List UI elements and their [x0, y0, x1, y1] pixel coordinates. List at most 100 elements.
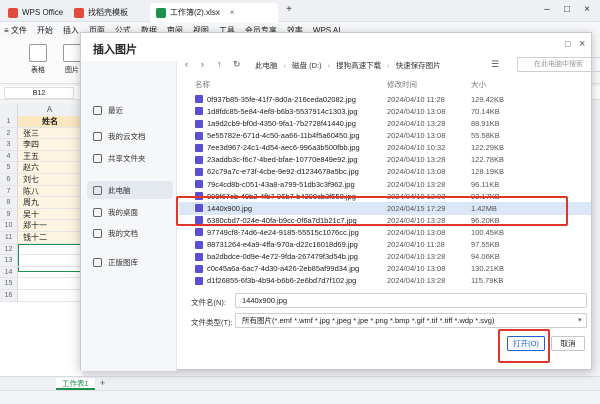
row-number[interactable]: 16 [0, 290, 18, 301]
view-mode-icon[interactable]: ☰ [491, 59, 499, 70]
column-header-a[interactable]: A [18, 104, 82, 116]
file-date: 2024/04/10 10:32 [387, 143, 446, 153]
file-row[interactable]: 1a9d2cb9-bf0d-4350-9fa1-7b2728f41440.jpg… [179, 117, 591, 130]
file-row[interactable]: d1f26855-6f3b-4b94-b6b6-2e6bd7d7f102.jpg… [179, 275, 591, 288]
breadcrumb-item[interactable]: 此电脑 [255, 60, 278, 71]
image-file-icon [195, 276, 203, 285]
sidebar-item[interactable]: 正版图库 [87, 253, 173, 271]
grid-cell[interactable]: 李四 [18, 139, 82, 150]
close-dialog-icon[interactable]: × [579, 38, 585, 50]
row-number[interactable]: 15 [0, 278, 18, 289]
file-row[interactable]: 5e55782e-671d-4c50-aa66-11b4f5a60450.jpg… [179, 129, 591, 142]
table-button[interactable]: 表格 [26, 44, 50, 75]
column-date[interactable]: 修改时间 [387, 79, 417, 90]
search-input[interactable]: 在此电脑中搜索 [517, 57, 600, 72]
grid-cell[interactable]: 王五 [18, 150, 82, 162]
file-row[interactable]: 7ee3d967-24c1-4d54-aec6-996a3b500fbb.jpg… [179, 141, 591, 154]
grid-cell[interactable]: 吴十 [18, 208, 82, 220]
up-icon[interactable]: ↑ [217, 59, 222, 69]
breadcrumb-item[interactable]: 搜狗高速下载 [336, 60, 381, 71]
row-number[interactable]: 4 [0, 150, 18, 162]
file-row[interactable]: 23addb3c-f6c7-4bed-bfae-10770e849e92.jpg… [179, 154, 591, 167]
grid-cell[interactable]: 姓名 [18, 116, 82, 127]
close-window-icon[interactable]: × [580, 4, 594, 15]
filetype-label: 文件类型(T): [191, 318, 233, 327]
row-number[interactable]: 7 [0, 185, 18, 197]
forward-icon[interactable]: › [201, 59, 204, 69]
tab-template[interactable]: 找稻壳模板 [68, 3, 134, 22]
sidebar-item[interactable]: 共享文件夹 [87, 149, 173, 167]
gallery-icon [93, 257, 102, 267]
file-name: 88731264-e4a9-4ffa-970a-d22c16018d69.jpg [207, 240, 358, 250]
row-number[interactable]: 9 [0, 208, 18, 220]
grid-cell[interactable] [18, 290, 82, 301]
grid-cell[interactable]: 周九 [18, 197, 82, 208]
breadcrumb-item[interactable]: 磁盘 (D:) [292, 60, 322, 71]
file-row[interactable]: 0f937b85-35fe-41f7-8d0a-216ceda02082.jpg… [179, 93, 591, 106]
sidebar-item[interactable]: 我的桌面 [87, 203, 173, 221]
grid-cell[interactable]: 刘七 [18, 174, 82, 185]
menu-item[interactable]: 插入 [63, 25, 79, 36]
row-number[interactable]: 8 [0, 197, 18, 208]
grid-cell[interactable]: 钱十二 [18, 232, 82, 243]
row-number[interactable]: 12 [0, 243, 18, 255]
refresh-icon[interactable]: ↻ [233, 59, 241, 70]
maximize-icon[interactable]: □ [560, 4, 574, 15]
sheet-tab[interactable]: 工作表1 [56, 378, 95, 390]
breadcrumb-item[interactable]: 快速保存图片 [396, 60, 441, 71]
add-sheet-button[interactable]: + [100, 378, 105, 388]
row-number[interactable]: 5 [0, 162, 18, 173]
row-number[interactable]: 10 [0, 220, 18, 231]
new-tab-button[interactable]: + [282, 4, 296, 15]
menu-item[interactable]: 开始 [37, 25, 53, 36]
cell-reference-box[interactable]: B12 [4, 87, 74, 99]
grid-row: 2 张三 [0, 127, 82, 140]
grid-cell[interactable]: 赵六 [18, 162, 82, 173]
grid-row: 4 王五 [0, 150, 82, 163]
row-number[interactable]: 3 [0, 139, 18, 150]
image-file-icon [195, 228, 203, 237]
filetype-select[interactable]: 所有图片(*.emf *.wmf *.jpg *.jpeg *.jpe *.pn… [235, 313, 587, 328]
file-date: 2024/04/10 13:08 [387, 106, 446, 116]
file-row[interactable]: 62c79a7c-e73f-4cbe-9e92-d1234678a5bc.jpg… [179, 166, 591, 179]
sidebar-item[interactable]: 我的文档 [87, 224, 173, 242]
row-number[interactable]: 14 [0, 266, 18, 278]
file-row[interactable]: 97749cf8-74d6-4e24-9185-55515c1076cc.jpg… [179, 226, 591, 239]
column-size[interactable]: 大小 [471, 79, 486, 90]
minimize-icon[interactable]: – [540, 4, 554, 15]
file-list[interactable]: 名称 修改时间 大小 0f937b85-35fe-41f7-8d0a-216ce… [179, 79, 591, 287]
filename-field[interactable]: 1440x900.jpg [235, 293, 587, 308]
corner-cell[interactable] [0, 104, 18, 116]
chevron-down-icon: ▾ [578, 317, 582, 324]
sidebar-item[interactable]: 此电脑 [87, 181, 173, 199]
close-tab-icon[interactable]: × [230, 8, 235, 17]
sidebar-item[interactable]: 我的云文档 [87, 127, 173, 145]
file-row[interactable]: 79c4cd8b-c051-43a8-a799-51db3c3f962.jpg 2… [179, 178, 591, 191]
grid-cell[interactable] [18, 278, 82, 289]
back-icon[interactable]: ‹ [185, 59, 188, 69]
tab-workbook[interactable]: 工作簿(2).xlsx × [150, 3, 278, 22]
row-number[interactable]: 6 [0, 174, 18, 185]
row-number[interactable]: 2 [0, 127, 18, 139]
breadcrumb: 此电脑 › 磁盘 (D:) › 搜狗高速下载 › 快速保存图片 [255, 58, 511, 72]
grid-cell[interactable]: 郑十一 [18, 220, 82, 231]
row-number[interactable]: 13 [0, 255, 18, 266]
grid-cell[interactable] [18, 255, 82, 266]
cancel-button[interactable]: 取消 [551, 336, 585, 351]
file-row[interactable]: ba2dbdce-0d9e-4e72-9fda-267479f3d54b.jpg… [179, 250, 591, 263]
tab-wps-office[interactable]: WPS Office [2, 3, 69, 22]
spreadsheet-grid[interactable]: A 1 姓名 2 张三 3 李四 4 王五 5 赵六 6 刘七 7 陈八 8 周九 9 吴十 10 郑十一 11 钱十二 1… [0, 104, 82, 376]
grid-cell[interactable] [18, 267, 82, 278]
computer-icon [93, 185, 102, 195]
grid-cell[interactable]: 陈八 [18, 185, 82, 197]
file-row[interactable]: 88731264-e4a9-4ffa-970a-d22c16018d69.jpg… [179, 238, 591, 251]
file-row[interactable]: c0c45a6a-6ac7-4d30-a426-2eb85af99d34.jpg… [179, 262, 591, 275]
grid-cell[interactable]: 张三 [18, 127, 82, 139]
file-row[interactable]: 1d8fdc85-5e84-4ef8-b6b3-5537914c1303.jpg… [179, 105, 591, 118]
menu-item[interactable]: ≡ 文件 [4, 25, 27, 36]
column-name[interactable]: 名称 [195, 79, 210, 90]
row-number[interactable]: 11 [0, 232, 18, 243]
sidebar-item[interactable]: 最近 [87, 101, 173, 119]
maximize-dialog-icon[interactable]: □ [565, 39, 570, 49]
row-number[interactable]: 1 [0, 116, 18, 127]
